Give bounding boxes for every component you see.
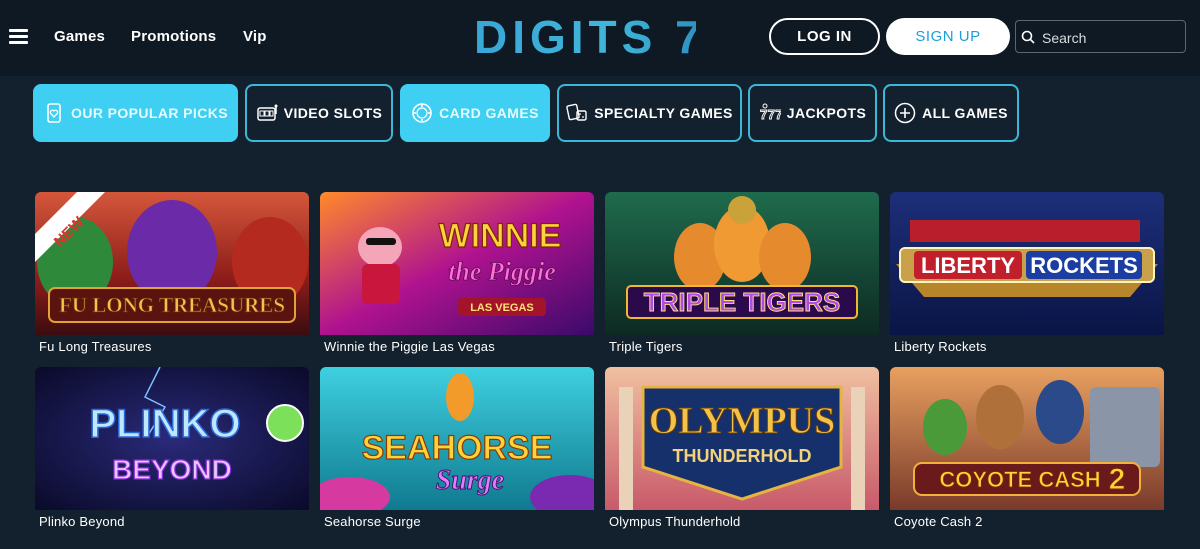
game-art-title: FU LONG TREASURES [59, 293, 285, 317]
jackpot-icon: 777 [759, 103, 781, 122]
tab-label: OUR POPULAR PICKS [71, 105, 228, 121]
game-thumbnail[interactable]: SEAHORSE Surge [320, 367, 594, 510]
game-art-number: 2 [1109, 463, 1126, 496]
game-thumbnail[interactable]: NEW FU LONG TREASURES [35, 192, 309, 335]
game-art-title: PLINKO [89, 402, 240, 446]
search-box[interactable] [1015, 20, 1186, 53]
game-title[interactable]: Winnie the Piggie Las Vegas [324, 339, 495, 354]
tab-jackpots[interactable]: 777 JACKPOTS [748, 84, 877, 142]
search-input[interactable] [1040, 25, 1184, 51]
nav-vip[interactable]: Vip [243, 28, 267, 45]
top-bar: Games Promotions Vip DIGITS 7 LOG IN SIG… [0, 0, 1200, 76]
tab-specialty-games[interactable]: SPECIALTY GAMES [557, 84, 742, 142]
tab-label: SPECIALTY GAMES [594, 105, 733, 121]
game-art-tagline: LAS VEGAS [470, 302, 534, 314]
game-title[interactable]: Coyote Cash 2 [894, 514, 983, 529]
game-title[interactable]: Liberty Rockets [894, 339, 987, 354]
game-title[interactable]: Olympus Thunderhold [609, 514, 740, 529]
game-title[interactable]: Triple Tigers [609, 339, 683, 354]
nav-promotions[interactable]: Promotions [131, 28, 216, 45]
tab-card-games[interactable]: CARD GAMES [400, 84, 550, 142]
tab-popular-picks[interactable]: OUR POPULAR PICKS [33, 84, 238, 142]
game-art-title: OLYMPUS [649, 400, 836, 442]
game-art-title: WINNIE [439, 217, 562, 255]
game-thumbnail[interactable]: PLINKO BEYOND [35, 367, 309, 510]
plus-circle-icon [894, 102, 916, 124]
tab-label: JACKPOTS [786, 105, 867, 121]
game-art-title: SEAHORSE [362, 429, 553, 467]
game-art-subtitle: ROCKETS [1030, 253, 1138, 278]
search-icon [1021, 30, 1035, 44]
hamburger-menu-icon[interactable] [9, 29, 28, 44]
tab-video-slots[interactable]: VIDEO SLOTS [245, 84, 393, 142]
tab-label: ALL GAMES [922, 105, 1008, 121]
tab-label: VIDEO SLOTS [283, 105, 383, 121]
game-thumbnail[interactable]: TRIPLE TIGERS [605, 192, 879, 335]
game-art-subtitle: BEYOND [112, 454, 232, 485]
game-art-subtitle: Surge [436, 465, 504, 496]
game-thumbnail[interactable]: WINNIE the Piggie LAS VEGAS [320, 192, 594, 335]
site-logo[interactable]: DIGITS 7 [474, 15, 696, 59]
login-button[interactable]: LOG IN [769, 18, 880, 55]
game-title[interactable]: Plinko Beyond [39, 514, 125, 529]
game-art-title: LIBERTY [921, 253, 1015, 278]
game-art-title: COYOTE CASH [939, 467, 1100, 492]
cards-dice-icon [566, 103, 587, 121]
game-title[interactable]: Seahorse Surge [324, 514, 421, 529]
game-thumbnail[interactable]: LIBERTY ROCKETS [890, 192, 1164, 335]
svg-text:777: 777 [760, 107, 781, 122]
popular-picks-icon [47, 103, 61, 123]
slot-machine-icon [256, 104, 278, 121]
game-art-subtitle: the Piggie [448, 257, 556, 286]
game-title[interactable]: Fu Long Treasures [39, 339, 152, 354]
game-thumbnail[interactable]: OLYMPUS THUNDERHOLD [605, 367, 879, 510]
game-art-title: TRIPLE TIGERS [644, 287, 840, 317]
nav-games[interactable]: Games [54, 28, 105, 45]
game-art-subtitle: THUNDERHOLD [673, 446, 812, 466]
tab-label: CARD GAMES [439, 105, 539, 121]
tab-all-games[interactable]: ALL GAMES [883, 84, 1019, 142]
logo-text: DIGITS 7 [474, 15, 696, 59]
game-thumbnail[interactable]: COYOTE CASH 2 [890, 367, 1164, 510]
signup-button[interactable]: SIGN UP [886, 18, 1010, 55]
poker-chip-icon [412, 103, 432, 123]
